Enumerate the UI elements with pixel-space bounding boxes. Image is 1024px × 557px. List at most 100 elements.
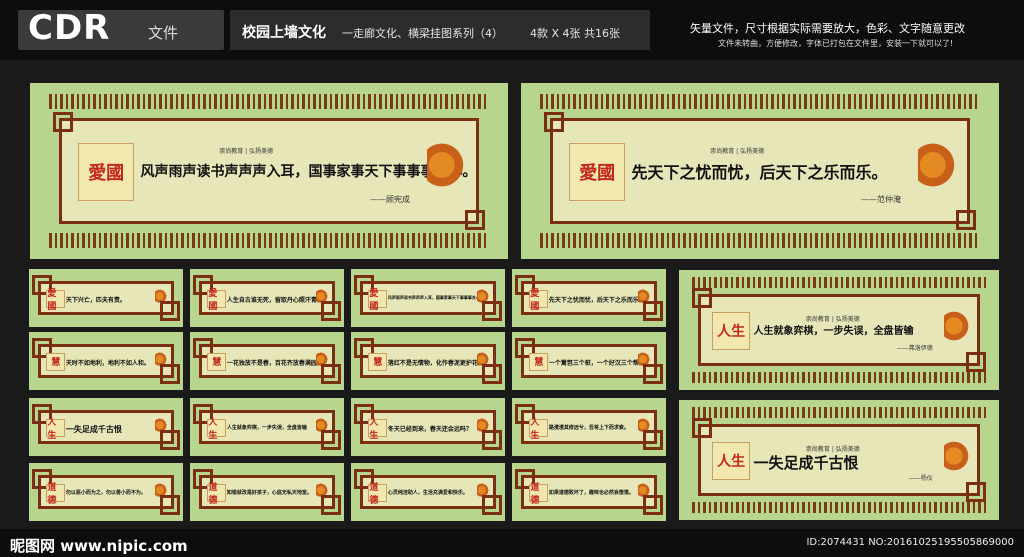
badge: 愛國 xyxy=(529,289,549,312)
panel-small: 愛國 人生自古谁无死，留取丹心照汗青。 xyxy=(190,269,344,327)
quote: 一花独放不是春，百花齐放春满园。 xyxy=(226,359,323,367)
quote: 天时不如地利，地利不如人和。 xyxy=(65,359,150,367)
quote: 人生就象弈棋，一步失误，全盘皆输 xyxy=(226,424,307,431)
quote: 人生就象弈棋，一步失误，全盘皆输 xyxy=(753,326,914,338)
panel-small: 慧一花独放不是春，百花齐放春满园。 xyxy=(190,332,344,390)
panel-small: 慧天时不如地利，地利不如人和。 xyxy=(29,332,183,390)
quote: 风声雨声读书声声声入耳，国事家事天下事事事关心。 xyxy=(140,164,477,181)
badge: 道德 xyxy=(368,483,388,506)
cloud-icon xyxy=(943,440,969,480)
cloud-icon xyxy=(155,418,167,436)
frame: 人生 崇尚教育 | 弘扬美德 一失足成千古恨 ——杨仪 xyxy=(692,418,986,502)
meander-border-bottom xyxy=(49,232,489,249)
cloud-icon xyxy=(155,483,167,501)
cloud-icon xyxy=(316,352,328,370)
author: ——范仲淹 xyxy=(860,194,901,204)
cloud-icon xyxy=(477,352,489,370)
badge: 人生 xyxy=(712,441,751,481)
footer-id: ID:2074431 NO:20161025195505869000 xyxy=(806,537,1014,548)
quote: 天下兴亡，匹夫有责。 xyxy=(65,296,126,304)
meander-border-bottom xyxy=(691,372,987,383)
cloud-icon xyxy=(638,289,650,307)
quote: 落红不是无情物，化作春泥更护花。 xyxy=(387,359,484,367)
badge: 慧 xyxy=(529,352,549,372)
cloud-icon xyxy=(316,483,328,501)
quote: 一失足成千古恨 xyxy=(65,424,122,434)
cloud-icon xyxy=(477,418,489,436)
cloud-icon xyxy=(155,289,167,307)
quote: 先天下之忧而忧，后天下之乐而乐。 xyxy=(631,163,888,183)
title-main: 校园上墙文化 xyxy=(242,25,326,41)
quote: 人生自古谁无死，留取丹心照汗青。 xyxy=(226,296,323,304)
badge: 愛國 xyxy=(569,143,626,201)
frame: 人生 崇尚教育 | 弘扬美德 人生就象弈棋，一步失误，全盘皆输 ——弗洛伊德 xyxy=(692,288,986,372)
panel-small: 愛國 风声雨声读书声声声入耳，国事家事天下事事事关心。 xyxy=(351,269,505,327)
meander-border-top xyxy=(540,93,980,110)
panel-small: 慧一个篱笆三个桩，一个好汉三个帮。 xyxy=(512,332,666,390)
cloud-icon xyxy=(943,310,969,350)
meander-border-bottom xyxy=(540,232,980,249)
cloud-icon xyxy=(638,418,650,436)
panel-small: 人生 路漫漫其修远兮，吾将上下而求索。 xyxy=(512,398,666,456)
cdr-label: CDR xyxy=(28,8,111,48)
badge: 道德 xyxy=(529,483,549,506)
panel-large-2: 愛國 崇尚教育 | 弘扬美德 先天下之忧而忧，后天下之乐而乐。 ——范仲淹 xyxy=(521,83,999,259)
meander-border-bottom xyxy=(691,502,987,513)
badge: 愛國 xyxy=(78,143,135,201)
panel-medium-1: 人生 崇尚教育 | 弘扬美德 人生就象弈棋，一步失误，全盘皆输 ——弗洛伊德 xyxy=(679,270,999,390)
meander-border-top xyxy=(49,93,489,110)
author: ——弗洛伊德 xyxy=(896,345,933,353)
badge: 愛國 xyxy=(46,289,66,312)
cloud-icon xyxy=(155,352,167,370)
header-text: 崇尚教育 | 弘扬美德 xyxy=(219,148,274,156)
panel-small: 慧落红不是无情物，化作春泥更护花。 xyxy=(351,332,505,390)
panel-large-1: 愛國 崇尚教育 | 弘扬美德 风声雨声读书声声声入耳，国事家事天下事事事关心。 … xyxy=(30,83,508,259)
quote: 风声雨声读书声声声入耳，国事家事天下事事事关心。 xyxy=(387,294,484,300)
quote: 知错就改是好孩子，心底无私天地宽。 xyxy=(226,489,312,496)
cloud-icon xyxy=(477,289,489,307)
badge: 人生 xyxy=(46,418,66,441)
panel-medium-2: 人生 崇尚教育 | 弘扬美德 一失足成千古恨 ——杨仪 xyxy=(679,400,999,520)
quote: 冬天已经到来，春天还会远吗？ xyxy=(387,425,472,433)
badge: 人生 xyxy=(529,418,549,441)
badge: 慧 xyxy=(46,352,66,372)
badge: 慧 xyxy=(368,352,388,372)
quote: 先天下之忧而忧，后天下之乐而乐。 xyxy=(548,296,645,304)
badge: 愛國 xyxy=(207,289,227,312)
badge: 人生 xyxy=(368,418,388,441)
title-sub: 一走廊文化、横梁挂图系列（4） xyxy=(342,27,503,40)
frame: 愛國 崇尚教育 | 弘扬美德 先天下之忧而忧，后天下之乐而乐。 ——范仲淹 xyxy=(543,112,976,230)
panel-small: 道德 知错就改是好孩子，心底无私天地宽。 xyxy=(190,463,344,521)
file-label: 文件 xyxy=(148,24,179,42)
cloud-icon xyxy=(638,483,650,501)
footer-bar: 昵图网 www.nipic.com ID:2074431 NO:20161025… xyxy=(0,529,1024,557)
frame: 愛國 崇尚教育 | 弘扬美德 风声雨声读书声声声入耳，国事家事天下事事事关心。 … xyxy=(52,112,485,230)
badge: 人生 xyxy=(207,418,227,441)
top-banner: CDR 文件 校园上墙文化 一走廊文化、横梁挂图系列（4） 4款 X 4张 共1… xyxy=(0,0,1024,60)
quote: 一个篱笆三个桩，一个好汉三个帮。 xyxy=(548,359,645,367)
cloud-icon xyxy=(917,141,955,201)
title-count: 4款 X 4张 共16张 xyxy=(530,27,621,40)
quote: 心灵纯洁助人，生活充满爱和快乐。 xyxy=(387,489,468,496)
meander-border-top xyxy=(691,277,987,288)
quote: 路漫漫其修远兮，吾将上下而求索。 xyxy=(548,424,629,431)
cloud-icon xyxy=(316,418,328,436)
cloud-icon xyxy=(426,141,464,201)
quote: 勿以恶小而为之，勿以善小而不为。 xyxy=(65,489,146,496)
quote: 如果道德败坏了，趣味也必然会堕落。 xyxy=(548,489,634,496)
badge: 道德 xyxy=(46,483,66,506)
cloud-icon xyxy=(638,352,650,370)
panel-small: 人生 人生就象弈棋，一步失误，全盘皆输 xyxy=(190,398,344,456)
header-text: 崇尚教育 | 弘扬美德 xyxy=(710,148,765,156)
badge: 道德 xyxy=(207,483,227,506)
author: ——顾宪成 xyxy=(369,194,410,204)
panel-small: 道德 如果道德败坏了，趣味也必然会堕落。 xyxy=(512,463,666,521)
panel-small: 愛國 先天下之忧而忧，后天下之乐而乐。 xyxy=(512,269,666,327)
badge: 人生 xyxy=(712,311,751,351)
footer-logo: 昵图网 www.nipic.com xyxy=(10,537,188,555)
panel-small: 道德 勿以恶小而为之，勿以善小而不为。 xyxy=(29,463,183,521)
notice-line-1: 矢量文件，尺寸根据实际需要放大，色彩、文字随意更改 xyxy=(690,22,965,35)
cloud-icon xyxy=(477,483,489,501)
cloud-icon xyxy=(316,289,328,307)
panel-small: 道德 心灵纯洁助人，生活充满爱和快乐。 xyxy=(351,463,505,521)
